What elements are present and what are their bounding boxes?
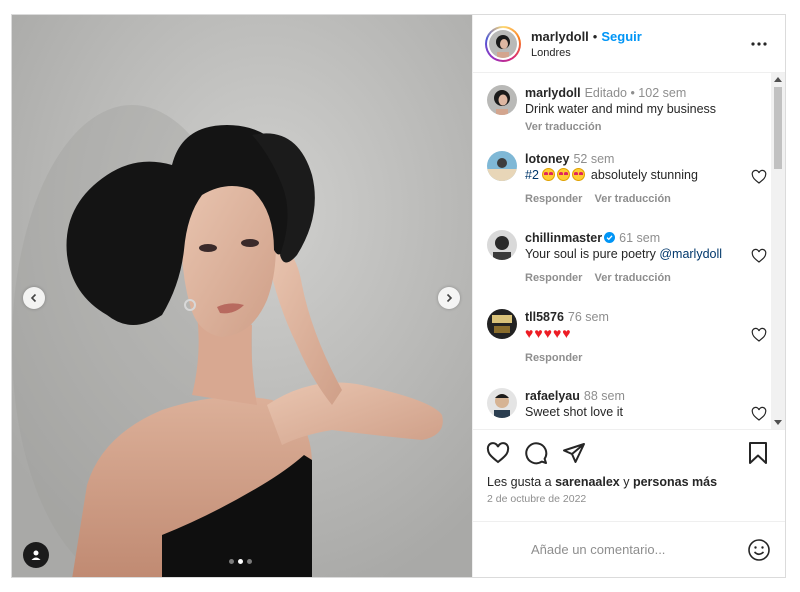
post-details-panel: marlydoll • Seguir Londres marlydoll Edit… <box>472 15 785 577</box>
caption-username[interactable]: marlydoll <box>525 86 581 100</box>
mention-link[interactable]: @marlydoll <box>659 247 722 261</box>
star-struck-emoji <box>542 168 556 181</box>
heart-icon <box>486 441 510 463</box>
commenter-avatar[interactable] <box>487 151 517 181</box>
bookmark-icon <box>749 441 767 464</box>
comment-time: 52 sem <box>573 152 615 166</box>
comment-username[interactable]: tll5876 <box>525 310 564 324</box>
commenter-avatar[interactable] <box>487 388 517 418</box>
save-button[interactable] <box>745 440 771 466</box>
post-date: 2 de octubre de 2022 <box>487 493 587 505</box>
share-button[interactable] <box>561 440 587 466</box>
reply-button[interactable]: Responder <box>525 350 582 366</box>
paper-plane-icon <box>563 442 585 463</box>
verified-badge-icon <box>604 232 616 243</box>
comment-username[interactable]: chillinmaster <box>525 231 602 245</box>
caption-avatar[interactable] <box>487 85 517 115</box>
next-photo-button[interactable] <box>438 287 460 309</box>
caption-meta: Editado • 102 sem <box>584 86 687 100</box>
comment-time: 88 sem <box>583 389 625 403</box>
red-hearts-text: ♥♥♥♥♥ <box>525 325 572 341</box>
comment-like-heart-icon[interactable] <box>751 248 767 264</box>
comment-username[interactable]: lotoney <box>525 152 569 166</box>
post-photo <box>12 15 472 577</box>
star-struck-emoji <box>572 168 586 181</box>
commenter-avatar[interactable] <box>487 230 517 260</box>
star-struck-emoji <box>557 168 571 181</box>
separator-dot: • <box>592 28 598 44</box>
comment-item: rafaelyau 88 sem Sweet shot love it <box>487 388 767 422</box>
comment-item: lotoney 52 sem #2 absolutely stunning Res… <box>487 151 767 207</box>
chevron-right-icon <box>446 293 453 303</box>
carousel-dot <box>229 559 234 564</box>
person-icon <box>31 550 41 560</box>
comments-scrollbar[interactable] <box>771 73 785 429</box>
emoji-smiley-icon[interactable] <box>747 538 771 562</box>
comment-username[interactable]: rafaelyau <box>525 389 580 403</box>
scroll-up-arrow-icon[interactable] <box>774 77 782 82</box>
carousel-dot-active <box>238 559 243 564</box>
caption-text: Drink water and mind my business <box>525 102 717 116</box>
comments-list[interactable]: marlydoll Editado • 102 sem Drink water a… <box>473 73 785 429</box>
tagged-users-button[interactable] <box>23 542 49 568</box>
comment-item: tll5876 76 sem ♥♥♥♥♥ Responder <box>487 309 767 366</box>
translate-link[interactable]: Ver traducción <box>594 270 670 286</box>
post-action-bar <box>473 429 785 475</box>
reply-button[interactable]: Responder <box>525 270 582 286</box>
post-photo-area <box>12 15 472 577</box>
follow-button[interactable]: Seguir <box>601 29 641 44</box>
reply-button[interactable]: Responder <box>525 191 582 207</box>
comment-text: Your soul is pure poetry <box>525 247 660 261</box>
likes-middle: y <box>619 475 633 489</box>
previous-photo-button[interactable] <box>23 287 45 309</box>
add-comment-bar <box>473 521 785 577</box>
scroll-down-arrow-icon[interactable] <box>774 420 782 425</box>
caption: marlydoll Editado • 102 sem Drink water a… <box>487 85 767 135</box>
likes-prefix: Les gusta a <box>487 475 556 489</box>
comment-bubble-icon <box>525 441 548 464</box>
story-ring[interactable] <box>485 25 521 62</box>
carousel-indicator <box>229 559 252 564</box>
likes-others-link[interactable]: personas más <box>633 475 717 489</box>
comment-input[interactable] <box>529 541 747 558</box>
caption-translate-link[interactable]: Ver traducción <box>525 119 601 135</box>
translate-link[interactable]: Ver traducción <box>594 191 670 207</box>
author-username[interactable]: marlydoll <box>531 29 589 44</box>
comment-text: Sweet shot love it <box>525 405 623 419</box>
post-location[interactable]: Londres <box>531 47 747 59</box>
chevron-left-icon <box>30 293 37 303</box>
comment-button[interactable] <box>523 440 549 466</box>
comment-item: chillinmaster 61 sem Your soul is pure po… <box>487 230 767 286</box>
hashtag-link[interactable]: #2 <box>525 168 539 182</box>
commenter-avatar[interactable] <box>487 309 517 339</box>
comment-time: 61 sem <box>619 231 661 245</box>
like-button[interactable] <box>485 440 511 466</box>
instagram-post-modal: marlydoll • Seguir Londres marlydoll Edit… <box>11 14 786 578</box>
comment-like-heart-icon[interactable] <box>751 327 767 343</box>
author-avatar <box>489 29 517 58</box>
more-options-button[interactable] <box>747 32 771 56</box>
likes-summary: Les gusta a sarenaalex y personas más <box>473 475 785 489</box>
comment-like-heart-icon[interactable] <box>751 169 767 185</box>
comment-text: absolutely stunning <box>590 168 698 182</box>
more-options-icon <box>751 41 767 46</box>
post-header: marlydoll • Seguir Londres <box>473 15 785 73</box>
comment-time: 76 sem <box>567 310 609 324</box>
scrollbar-thumb[interactable] <box>774 87 782 169</box>
comment-like-heart-icon[interactable] <box>751 406 767 422</box>
liker-username[interactable]: sarenaalex <box>555 475 620 489</box>
carousel-dot <box>247 559 252 564</box>
